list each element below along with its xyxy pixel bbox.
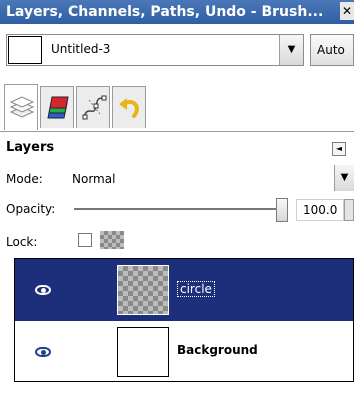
tab-undo[interactable] [112,86,146,128]
opacity-label: Opacity: [6,202,56,216]
image-thumbnail [8,36,42,64]
panel-menu-button[interactable]: ◄ [332,142,346,156]
close-button[interactable]: ✕ [340,2,354,20]
mode-value: Normal [72,172,116,186]
layer-list: circle Background [14,258,354,382]
eye-icon[interactable] [35,285,51,295]
window-title: Layers, Channels, Paths, Undo - Brush... [6,4,324,20]
layer-row[interactable]: circle [15,259,353,321]
opacity-input[interactable]: 100.0 [296,199,344,221]
layer-name[interactable]: Background [177,343,258,357]
layers-icon [9,96,35,118]
mode-dropdown-button[interactable]: ▼ [334,165,354,191]
mode-label: Mode: [6,172,43,186]
paths-icon [82,95,107,120]
tab-layers[interactable] [4,84,38,130]
opacity-slider-track[interactable] [74,208,284,210]
opacity-slider-handle[interactable] [276,198,288,222]
window-titlebar: Layers, Channels, Paths, Undo - Brush...… [0,0,354,24]
layer-thumbnail [117,265,169,315]
image-name: Untitled-3 [51,42,111,56]
tab-paths[interactable] [76,86,110,128]
panel-title: Layers [6,140,55,155]
lock-pixels-checkbox[interactable] [78,233,92,247]
mode-select[interactable]: Normal ▼ [68,165,354,191]
opacity-spinner[interactable] [344,199,354,221]
channels-icon [47,96,69,119]
image-selector[interactable]: Untitled-3 ▼ [6,34,304,66]
dock-tabs [0,80,354,132]
layer-name[interactable]: circle [177,281,215,297]
tab-channels[interactable] [40,86,74,128]
undo-icon [119,98,139,118]
eye-icon[interactable] [35,347,51,357]
lock-alpha-icon [100,231,124,249]
image-selector-bar: Untitled-3 ▼ Auto [0,28,354,70]
layer-row[interactable]: Background [15,321,353,383]
lock-label: Lock: [6,235,38,249]
layer-thumbnail [117,327,169,377]
image-dropdown-button[interactable]: ▼ [279,35,303,65]
auto-button[interactable]: Auto [310,34,354,66]
